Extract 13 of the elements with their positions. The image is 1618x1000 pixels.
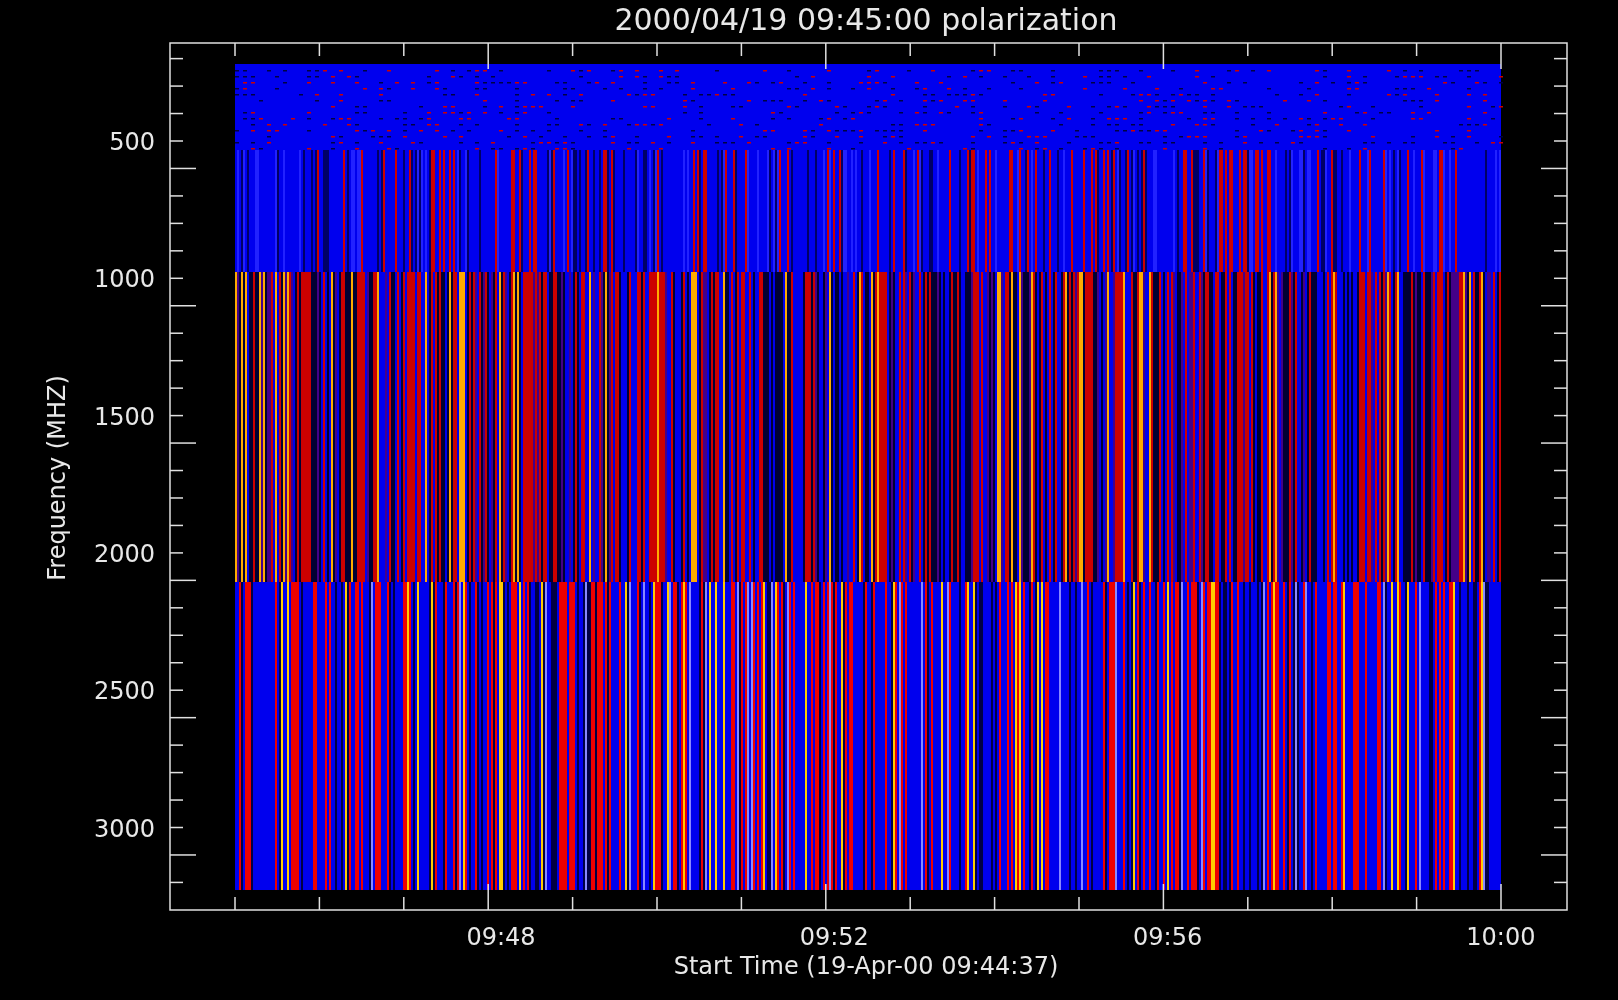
x-axis-label: Start Time (19-Apr-00 09:44:37) [673,952,1059,980]
x-tick-label: 10:00 [1466,923,1536,951]
y-tick-label: 2500 [93,677,155,706]
y-tick-label: 2000 [93,539,155,568]
y-tick-label: 1000 [93,265,155,294]
x-tick-label: 09:48 [466,923,536,951]
y-tick-label: 3000 [93,814,155,843]
x-tick-label: 09:52 [799,923,869,951]
y-tick-label: 500 [109,128,155,156]
chart-title: 2000/04/19 09:45:00 polarization [614,2,1118,37]
y-tick-label: 1500 [93,402,155,431]
y-axis-label: Frequency (MHZ) [43,375,71,581]
x-tick-label: 09:56 [1133,923,1203,951]
